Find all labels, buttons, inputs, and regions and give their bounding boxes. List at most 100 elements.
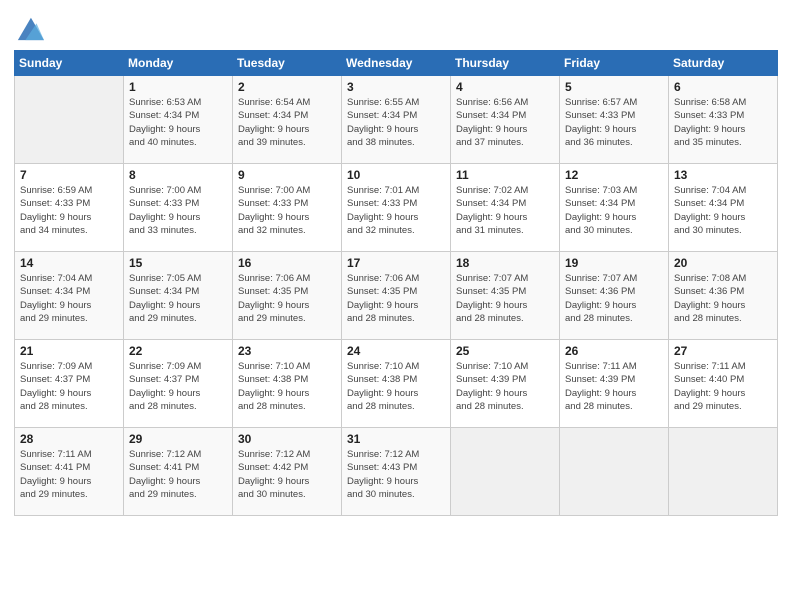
calendar-cell: 26 Sunrise: 7:11 AM Sunset: 4:39 PM Dayli… (560, 340, 669, 428)
calendar-cell: 25 Sunrise: 7:10 AM Sunset: 4:39 PM Dayli… (451, 340, 560, 428)
header-day-friday: Friday (560, 51, 669, 76)
cell-content: Sunrise: 7:10 AM Sunset: 4:38 PM Dayligh… (238, 360, 336, 413)
calendar-cell: 13Sunrise: 7:04 AM Sunset: 4:34 PM Dayli… (669, 164, 778, 252)
calendar-cell (560, 428, 669, 516)
day-number: 24 (347, 344, 445, 358)
cell-content: Sunrise: 7:12 AM Sunset: 4:41 PM Dayligh… (129, 448, 227, 501)
cell-content: Sunrise: 7:06 AM Sunset: 4:35 PM Dayligh… (238, 272, 336, 325)
calendar-cell: 9Sunrise: 7:00 AM Sunset: 4:33 PM Daylig… (233, 164, 342, 252)
calendar-cell: 31 Sunrise: 7:12 AM Sunset: 4:43 PM Dayli… (342, 428, 451, 516)
calendar-cell: 24 Sunrise: 7:10 AM Sunset: 4:38 PM Dayli… (342, 340, 451, 428)
cell-content: Sunrise: 6:57 AM Sunset: 4:33 PM Dayligh… (565, 96, 663, 149)
calendar-cell: 19 Sunrise: 7:07 AM Sunset: 4:36 PM Dayli… (560, 252, 669, 340)
cell-content: Sunrise: 6:55 AM Sunset: 4:34 PM Dayligh… (347, 96, 445, 149)
cell-content: Sunrise: 7:12 AM Sunset: 4:43 PM Dayligh… (347, 448, 445, 501)
calendar-cell: 7 Sunrise: 6:59 AM Sunset: 4:33 PM Daylig… (15, 164, 124, 252)
day-number: 17 (347, 256, 445, 270)
calendar-cell: 12 Sunrise: 7:03 AM Sunset: 4:34 PM Dayli… (560, 164, 669, 252)
cell-content: Sunrise: 7:00 AM Sunset: 4:33 PM Dayligh… (129, 184, 227, 237)
day-number: 6 (674, 80, 772, 94)
calendar-week-row: 7 Sunrise: 6:59 AM Sunset: 4:33 PM Daylig… (15, 164, 778, 252)
cell-content: Sunrise: 7:10 AM Sunset: 4:39 PM Dayligh… (456, 360, 554, 413)
day-number: 14 (20, 256, 118, 270)
day-number: 31 (347, 432, 445, 446)
cell-content: Sunrise: 7:02 AM Sunset: 4:34 PM Dayligh… (456, 184, 554, 237)
page: SundayMondayTuesdayWednesdayThursdayFrid… (0, 0, 792, 612)
cell-content: Sunrise: 7:01 AM Sunset: 4:33 PM Dayligh… (347, 184, 445, 237)
calendar-cell: 1 Sunrise: 6:53 AM Sunset: 4:34 PM Daylig… (124, 76, 233, 164)
cell-content: Sunrise: 7:04 AM Sunset: 4:34 PM Dayligh… (674, 184, 772, 237)
day-number: 12 (565, 168, 663, 182)
calendar-cell: 21Sunrise: 7:09 AM Sunset: 4:37 PM Dayli… (15, 340, 124, 428)
cell-content: Sunrise: 7:07 AM Sunset: 4:35 PM Dayligh… (456, 272, 554, 325)
day-number: 30 (238, 432, 336, 446)
header-day-wednesday: Wednesday (342, 51, 451, 76)
cell-content: Sunrise: 7:07 AM Sunset: 4:36 PM Dayligh… (565, 272, 663, 325)
logo (14, 14, 44, 42)
cell-content: Sunrise: 7:05 AM Sunset: 4:34 PM Dayligh… (129, 272, 227, 325)
cell-content: Sunrise: 7:11 AM Sunset: 4:41 PM Dayligh… (20, 448, 118, 501)
day-number: 9 (238, 168, 336, 182)
calendar-cell: 3 Sunrise: 6:55 AM Sunset: 4:34 PM Daylig… (342, 76, 451, 164)
cell-content: Sunrise: 7:09 AM Sunset: 4:37 PM Dayligh… (20, 360, 118, 413)
calendar-cell: 28Sunrise: 7:11 AM Sunset: 4:41 PM Dayli… (15, 428, 124, 516)
day-number: 19 (565, 256, 663, 270)
day-number: 2 (238, 80, 336, 94)
calendar-cell: 20 Sunrise: 7:08 AM Sunset: 4:36 PM Dayli… (669, 252, 778, 340)
calendar-cell: 6Sunrise: 6:58 AM Sunset: 4:33 PM Daylig… (669, 76, 778, 164)
day-number: 22 (129, 344, 227, 358)
cell-content: Sunrise: 7:04 AM Sunset: 4:34 PM Dayligh… (20, 272, 118, 325)
calendar-week-row: 1 Sunrise: 6:53 AM Sunset: 4:34 PM Daylig… (15, 76, 778, 164)
day-number: 8 (129, 168, 227, 182)
day-number: 18 (456, 256, 554, 270)
day-number: 16 (238, 256, 336, 270)
calendar-cell: 5 Sunrise: 6:57 AM Sunset: 4:33 PM Daylig… (560, 76, 669, 164)
calendar-cell: 11 Sunrise: 7:02 AM Sunset: 4:34 PM Dayli… (451, 164, 560, 252)
calendar-cell (669, 428, 778, 516)
day-number: 5 (565, 80, 663, 94)
cell-content: Sunrise: 7:09 AM Sunset: 4:37 PM Dayligh… (129, 360, 227, 413)
day-number: 15 (129, 256, 227, 270)
calendar-cell: 29 Sunrise: 7:12 AM Sunset: 4:41 PM Dayli… (124, 428, 233, 516)
header (14, 10, 778, 42)
calendar-cell (451, 428, 560, 516)
calendar-cell: 17 Sunrise: 7:06 AM Sunset: 4:35 PM Dayli… (342, 252, 451, 340)
cell-content: Sunrise: 6:53 AM Sunset: 4:34 PM Dayligh… (129, 96, 227, 149)
day-number: 27 (674, 344, 772, 358)
calendar-cell: 10 Sunrise: 7:01 AM Sunset: 4:33 PM Dayli… (342, 164, 451, 252)
calendar-cell: 27 Sunrise: 7:11 AM Sunset: 4:40 PM Dayli… (669, 340, 778, 428)
day-number: 20 (674, 256, 772, 270)
cell-content: Sunrise: 6:56 AM Sunset: 4:34 PM Dayligh… (456, 96, 554, 149)
calendar-cell: 15 Sunrise: 7:05 AM Sunset: 4:34 PM Dayli… (124, 252, 233, 340)
calendar-table: SundayMondayTuesdayWednesdayThursdayFrid… (14, 50, 778, 516)
header-day-sunday: Sunday (15, 51, 124, 76)
cell-content: Sunrise: 6:59 AM Sunset: 4:33 PM Dayligh… (20, 184, 118, 237)
day-number: 25 (456, 344, 554, 358)
cell-content: Sunrise: 7:11 AM Sunset: 4:40 PM Dayligh… (674, 360, 772, 413)
calendar-cell: 22 Sunrise: 7:09 AM Sunset: 4:37 PM Dayli… (124, 340, 233, 428)
day-number: 1 (129, 80, 227, 94)
calendar-header-row: SundayMondayTuesdayWednesdayThursdayFrid… (15, 51, 778, 76)
calendar-week-row: 14 Sunrise: 7:04 AM Sunset: 4:34 PM Dayli… (15, 252, 778, 340)
header-day-saturday: Saturday (669, 51, 778, 76)
cell-content: Sunrise: 7:11 AM Sunset: 4:39 PM Dayligh… (565, 360, 663, 413)
cell-content: Sunrise: 7:06 AM Sunset: 4:35 PM Dayligh… (347, 272, 445, 325)
cell-content: Sunrise: 7:10 AM Sunset: 4:38 PM Dayligh… (347, 360, 445, 413)
calendar-cell: 30 Sunrise: 7:12 AM Sunset: 4:42 PM Dayli… (233, 428, 342, 516)
calendar-cell: 8 Sunrise: 7:00 AM Sunset: 4:33 PM Daylig… (124, 164, 233, 252)
cell-content: Sunrise: 7:03 AM Sunset: 4:34 PM Dayligh… (565, 184, 663, 237)
day-number: 11 (456, 168, 554, 182)
cell-content: Sunrise: 7:08 AM Sunset: 4:36 PM Dayligh… (674, 272, 772, 325)
day-number: 4 (456, 80, 554, 94)
day-number: 3 (347, 80, 445, 94)
day-number: 26 (565, 344, 663, 358)
day-number: 29 (129, 432, 227, 446)
calendar-week-row: 21Sunrise: 7:09 AM Sunset: 4:37 PM Dayli… (15, 340, 778, 428)
calendar-cell: 14 Sunrise: 7:04 AM Sunset: 4:34 PM Dayli… (15, 252, 124, 340)
calendar-cell: 4 Sunrise: 6:56 AM Sunset: 4:34 PM Daylig… (451, 76, 560, 164)
logo-icon (16, 14, 44, 42)
day-number: 23 (238, 344, 336, 358)
cell-content: Sunrise: 7:12 AM Sunset: 4:42 PM Dayligh… (238, 448, 336, 501)
day-number: 10 (347, 168, 445, 182)
day-number: 7 (20, 168, 118, 182)
